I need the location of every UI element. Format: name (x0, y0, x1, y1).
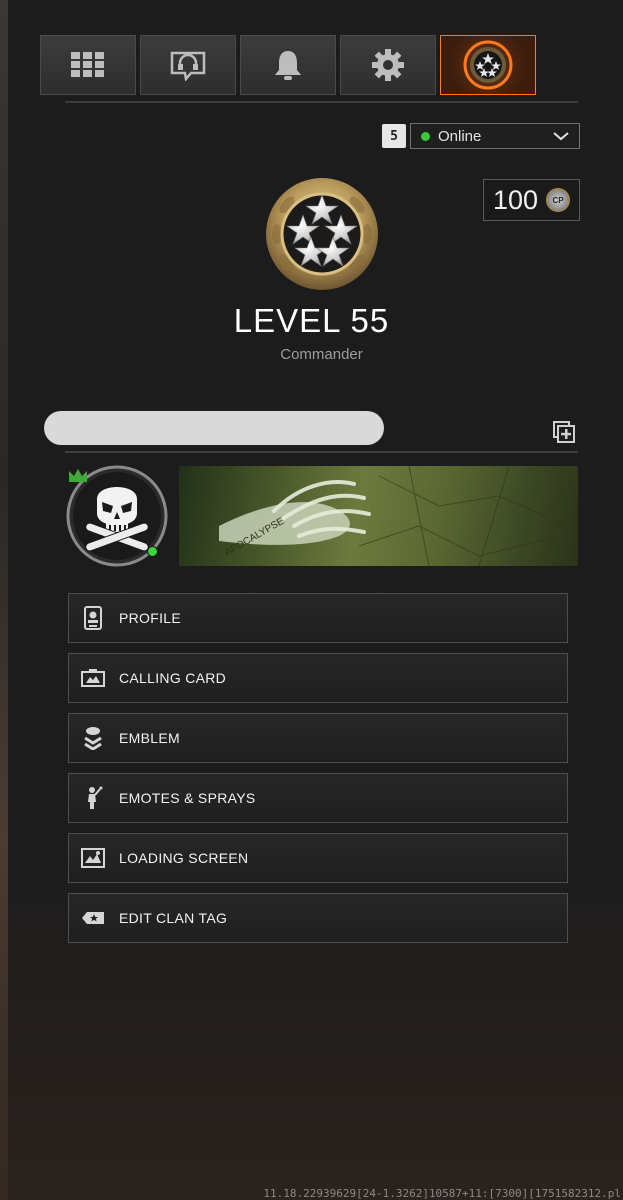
tab-party[interactable] (140, 35, 236, 95)
menu-emblem[interactable]: EMBLEM (68, 713, 568, 763)
status-dropdown[interactable]: Online (410, 123, 580, 149)
menu-label: EMBLEM (119, 730, 180, 746)
profile-card-icon (81, 606, 105, 630)
tab-notifications[interactable] (240, 35, 336, 95)
rank-title: Commander (280, 346, 363, 363)
menu-label: LOADING SCREEN (119, 850, 249, 866)
loading-screen-icon (81, 846, 105, 870)
section-divider (65, 451, 578, 453)
tab-settings[interactable] (340, 35, 436, 95)
top-tab-bar (40, 35, 536, 95)
player-level: LEVEL 55 (233, 302, 390, 339)
gear-icon (372, 49, 404, 81)
rank-emblem-icon (266, 178, 378, 290)
emblem-icon (81, 726, 105, 750)
add-friend-icon[interactable] (553, 421, 575, 443)
cod-points-icon: CP (546, 188, 571, 212)
calling-card-art: APOCALYPSE (219, 466, 570, 566)
rank-star-icon (463, 40, 513, 90)
bell-icon (275, 51, 301, 80)
menu-label: PROFILE (119, 610, 182, 626)
headset-icon (170, 51, 206, 81)
menu-emotes-sprays[interactable]: EMOTES & SPRAYS (68, 773, 568, 823)
menu-edit-clan-tag[interactable]: EDIT CLAN TAG (68, 893, 568, 943)
menu-loading-screen[interactable]: LOADING SCREEN (68, 833, 568, 883)
build-string: 11.18.22939629[24-1.3262]10587+11:[7300]… (263, 1187, 621, 1200)
grid-icon (71, 52, 104, 77)
cod-points-display[interactable]: 100 CP (483, 179, 580, 221)
profile-menu: PROFILE CALLING CARD EMBLEM EMOTES & SPR… (68, 593, 568, 953)
menu-label: CALLING CARD (119, 670, 227, 686)
friends-count-badge: 5 (382, 124, 406, 148)
chevron-down-icon (553, 132, 569, 141)
tab-divider (65, 101, 578, 103)
crown-icon (69, 469, 87, 482)
menu-label: EMOTES & SPRAYS (119, 790, 256, 806)
tab-social-grid[interactable] (40, 35, 136, 95)
emote-icon (81, 786, 105, 810)
online-status-icon (421, 131, 430, 141)
menu-calling-card[interactable]: CALLING CARD (68, 653, 568, 703)
calling-card[interactable]: APOCALYPSE (179, 466, 578, 566)
menu-label: EDIT CLAN TAG (119, 910, 228, 926)
clan-tag-icon (81, 906, 105, 930)
calling-card-icon (81, 666, 105, 690)
status-label: Online (438, 127, 482, 145)
online-indicator (147, 546, 158, 557)
cod-points-amount: 100 (492, 184, 539, 215)
menu-profile[interactable]: PROFILE (68, 593, 568, 643)
player-name-redacted (44, 411, 384, 445)
tab-profile-rank[interactable] (440, 35, 536, 95)
